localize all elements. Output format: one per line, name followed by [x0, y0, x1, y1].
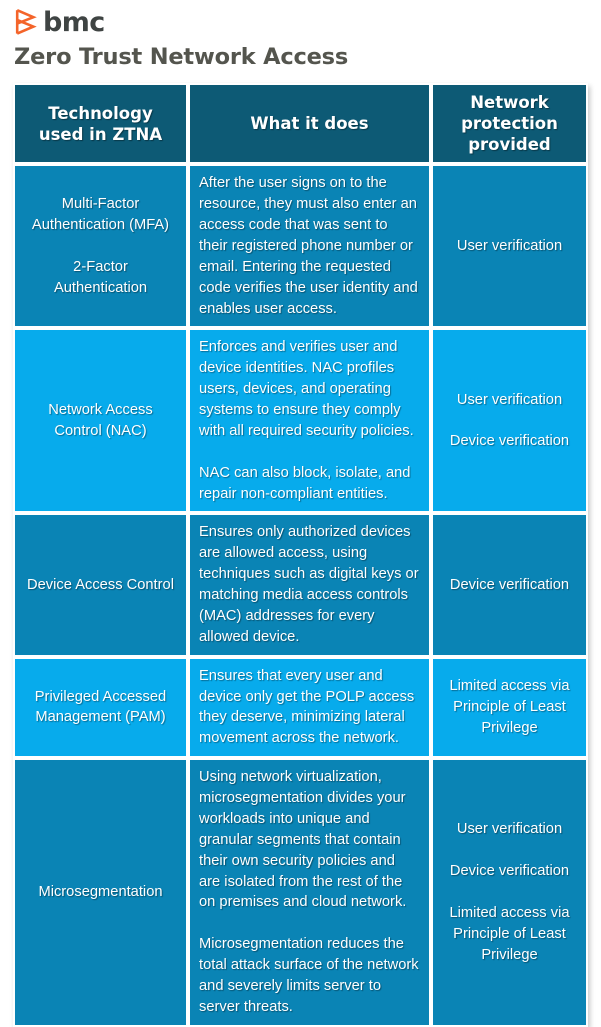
table-body: Multi-Factor Authentication (MFA) 2-Fact…	[13, 164, 588, 1027]
cell-protection: User verification Device verification	[431, 328, 588, 514]
table-row: Multi-Factor Authentication (MFA) 2-Fact…	[13, 164, 588, 329]
table-row: Microsegmentation Using network virtuali…	[13, 758, 588, 1027]
header-row: Technology used in ZTNA What it does Net…	[13, 83, 588, 165]
cell-protection: Device verification	[431, 513, 588, 657]
bmc-logo: bmc	[14, 6, 105, 38]
table-row: Device Access Control Ensures only autho…	[13, 513, 588, 657]
page-title: Zero Trust Network Access	[14, 44, 349, 70]
table-row: Privileged Accessed Management (PAM) Ens…	[13, 656, 588, 759]
cell-what-it-does: After the user signs on to the resource,…	[188, 164, 431, 329]
bmc-logo-icon	[14, 9, 38, 35]
cell-technology: Network Access Control (NAC)	[13, 328, 188, 514]
cell-what-it-does: Using network virtualization, microsegme…	[188, 758, 431, 1027]
column-header-network-protection: Network protection provided	[431, 83, 588, 165]
ztna-table-wrapper: Technology used in ZTNA What it does Net…	[13, 83, 588, 1027]
cell-technology: Multi-Factor Authentication (MFA) 2-Fact…	[13, 164, 188, 329]
bmc-logo-text: bmc	[43, 6, 105, 38]
cell-technology: Microsegmentation	[13, 758, 188, 1027]
cell-what-it-does: Ensures that every user and device only …	[188, 656, 431, 759]
table-row: Network Access Control (NAC) Enforces an…	[13, 328, 588, 514]
cell-technology: Device Access Control	[13, 513, 188, 657]
column-header-technology: Technology used in ZTNA	[13, 83, 188, 165]
cell-protection: Limited access via Principle of Least Pr…	[431, 656, 588, 759]
cell-protection: User verification	[431, 164, 588, 329]
cell-protection: User verification Device verification Li…	[431, 758, 588, 1027]
ztna-table: Technology used in ZTNA What it does Net…	[13, 83, 588, 1027]
cell-what-it-does: Ensures only authorized devices are allo…	[188, 513, 431, 657]
table-header: Technology used in ZTNA What it does Net…	[13, 83, 588, 165]
column-header-what-it-does: What it does	[188, 83, 431, 165]
cell-technology: Privileged Accessed Management (PAM)	[13, 656, 188, 759]
ztna-infographic-page: bmc Zero Trust Network Access Technology…	[0, 0, 601, 1027]
cell-what-it-does: Enforces and verifies user and device id…	[188, 328, 431, 514]
